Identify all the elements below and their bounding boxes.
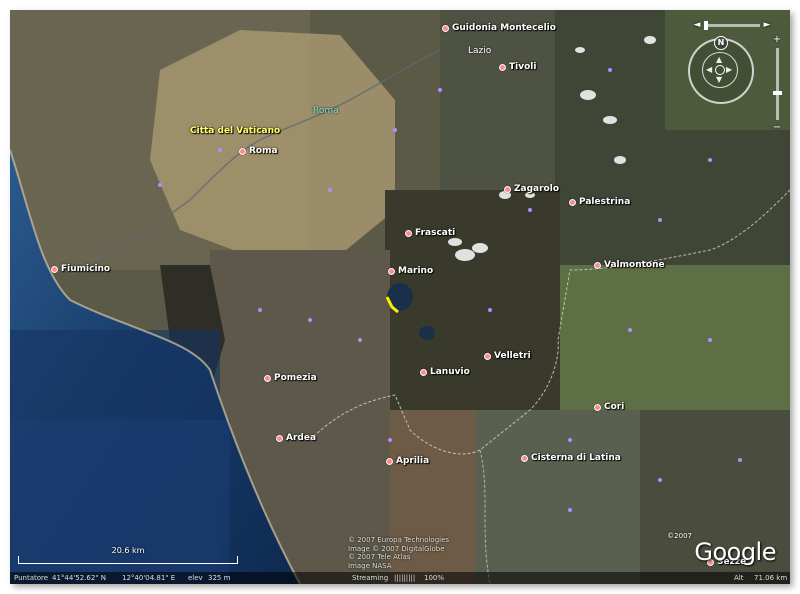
altitude-value: 71.06 km xyxy=(754,574,788,582)
place-marino[interactable]: Marino xyxy=(388,266,433,276)
pan-right-icon[interactable]: ▶ xyxy=(726,66,732,74)
place-marker-icon xyxy=(594,403,601,411)
place-marker-icon xyxy=(499,63,506,71)
place-marker-icon xyxy=(594,261,601,269)
satellite-imagery[interactable] xyxy=(10,10,790,584)
zoom-knob[interactable] xyxy=(772,91,782,96)
place-marker-icon xyxy=(420,368,427,376)
place-frascati[interactable]: Frascati xyxy=(405,228,455,238)
place-marker-icon xyxy=(504,185,511,193)
place-cori[interactable]: Cori xyxy=(594,402,624,412)
place-name: Zagarolo xyxy=(514,184,560,194)
place-name: Guidonia Montecelio xyxy=(452,23,556,33)
place-valmontone[interactable]: Valmontone xyxy=(594,260,665,270)
place-guidonia[interactable]: Guidonia Montecelio xyxy=(442,23,556,33)
north-button[interactable]: N xyxy=(714,36,728,50)
place-name: Ardea xyxy=(286,433,317,443)
credit-line: Image NASA xyxy=(348,561,392,570)
streaming-bar: ||||||||| xyxy=(394,574,416,582)
pointer-label: Puntatore xyxy=(14,574,49,582)
place-zagarolo[interactable]: Zagarolo xyxy=(504,184,559,194)
place-marker-icon xyxy=(388,267,395,275)
google-logo: Google xyxy=(694,538,776,566)
place-pomezia[interactable]: Pomezia xyxy=(264,373,317,383)
place-name: Roma xyxy=(249,146,278,156)
place-marker-icon xyxy=(386,457,393,465)
place-name: Valmontone xyxy=(604,260,665,270)
place-name: Velletri xyxy=(494,351,531,361)
tilt-slider[interactable]: ◄ ► xyxy=(692,18,772,32)
tilt-up-icon[interactable]: ► xyxy=(762,20,772,30)
place-name: Fiumicino xyxy=(61,264,111,274)
scale-label: 20.6 km xyxy=(111,546,145,555)
navigation-control[interactable]: N ▲ ▼ ◀ ▶ xyxy=(688,36,754,104)
place-name: Tivoli xyxy=(509,62,537,72)
scale-legend: 20.6 km xyxy=(18,546,238,564)
place-marker-icon xyxy=(239,147,246,155)
logo-copyright: ©2007 xyxy=(667,532,692,540)
credit-line: © 2007 Europa Technologies xyxy=(348,536,450,544)
place-name: Marino xyxy=(398,266,434,276)
google-earth-view[interactable]: Lazio Città del Vaticano Roma Guidonia M… xyxy=(10,10,790,584)
nav-center-icon[interactable] xyxy=(715,65,725,75)
place-marker-icon xyxy=(442,24,449,32)
status-bar: Puntatore 41°44'52.62" N 12°40'04.81" E … xyxy=(10,572,790,584)
zoom-out-icon[interactable]: − xyxy=(773,122,781,134)
place-fiumicino[interactable]: Fiumicino xyxy=(51,264,110,274)
region-label-lazio: Lazio xyxy=(468,46,492,56)
place-tivoli[interactable]: Tivoli xyxy=(499,62,536,72)
rome-urban-area xyxy=(150,30,395,260)
streaming-percent: 100% xyxy=(424,574,445,582)
green-valley xyxy=(560,265,790,415)
pan-down-icon[interactable]: ▼ xyxy=(716,76,722,84)
place-roma[interactable]: Roma xyxy=(239,146,278,156)
place-velletri[interactable]: Velletri xyxy=(484,351,531,361)
pointer-longitude: 12°40'04.81" E xyxy=(122,574,176,582)
pan-up-icon[interactable]: ▲ xyxy=(716,56,722,64)
pointer-latitude: 41°44'52.62" N xyxy=(52,574,106,582)
credit-line: © 2007 Tele Atlas xyxy=(348,553,411,561)
imagery-credits: © 2007 Europa Technologies Image © 2007 … xyxy=(348,536,449,570)
zoom-slider[interactable]: + − xyxy=(770,34,784,134)
streaming-label: Streaming xyxy=(352,574,389,582)
place-name: Palestrina xyxy=(579,197,631,207)
place-marker-icon xyxy=(569,198,576,206)
vatican-label: Città del Vaticano xyxy=(190,126,281,136)
place-marker-icon xyxy=(484,352,491,360)
pan-left-icon[interactable]: ◀ xyxy=(706,66,712,74)
zoom-in-icon[interactable]: + xyxy=(773,34,781,46)
scale-bar xyxy=(18,556,238,564)
place-marker-icon xyxy=(405,229,412,237)
tilt-track[interactable] xyxy=(704,20,760,30)
tilt-down-icon[interactable]: ◄ xyxy=(692,20,702,30)
place-lanuvio[interactable]: Lanuvio xyxy=(420,367,470,377)
rome-city-label: Roma xyxy=(313,106,339,116)
elevation-value: 325 m xyxy=(208,574,231,582)
place-name: Cori xyxy=(604,402,625,412)
place-marker-icon xyxy=(264,374,271,382)
place-marker-icon xyxy=(276,434,283,442)
place-ardea[interactable]: Ardea xyxy=(276,433,316,443)
place-marker-icon xyxy=(521,454,528,462)
altitude-label: Alt xyxy=(734,574,744,582)
place-name: Cisterna di Latina xyxy=(531,453,621,463)
place-palestrina[interactable]: Palestrina xyxy=(569,197,630,207)
place-name: Pomezia xyxy=(274,373,317,383)
place-name: Lanuvio xyxy=(430,367,470,377)
elevation-label: elev xyxy=(188,574,203,582)
lago-nemi xyxy=(419,326,435,340)
place-cisterna[interactable]: Cisterna di Latina xyxy=(521,453,621,463)
place-name: Aprilia xyxy=(396,456,430,466)
place-marker-icon xyxy=(51,265,58,273)
place-aprilia[interactable]: Aprilia xyxy=(386,456,429,466)
credit-line: Image © 2007 DigitalGlobe xyxy=(348,544,445,553)
zoom-track[interactable] xyxy=(772,48,782,120)
place-name: Frascati xyxy=(415,228,456,238)
tilt-knob[interactable] xyxy=(704,20,708,30)
